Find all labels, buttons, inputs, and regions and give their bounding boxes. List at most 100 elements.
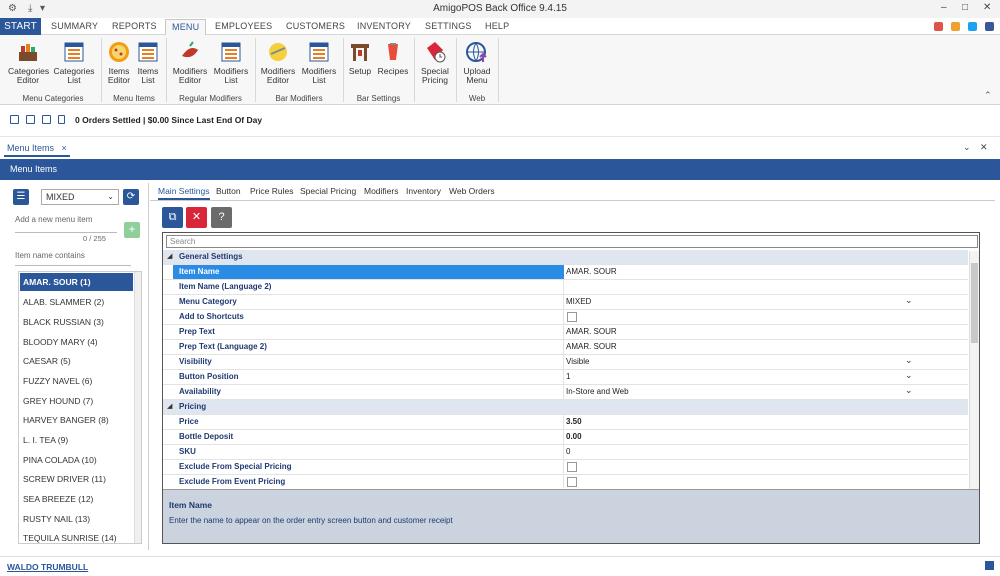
tab-employees[interactable]: EMPLOYEES (215, 21, 272, 31)
special-pricing-button[interactable]: Special Pricing (419, 40, 451, 85)
tab-button[interactable]: Button (216, 186, 241, 196)
tab-modifiers[interactable]: Modifiers (364, 186, 398, 196)
tab-settings[interactable]: SETTINGS (425, 21, 472, 31)
tab-special-pricing[interactable]: Special Pricing (300, 186, 356, 196)
calendar-icon[interactable] (10, 115, 19, 124)
tab-menu[interactable]: MENU (165, 19, 207, 36)
doc-close-icon[interactable]: ✕ (980, 142, 988, 153)
rss-icon[interactable] (951, 22, 960, 31)
delete-button[interactable]: ✕ (186, 207, 207, 228)
grid-row[interactable]: Add to Shortcuts (163, 310, 968, 325)
grid-row[interactable]: Bottle Deposit 0.00 (163, 430, 968, 445)
add-item-input[interactable]: Add a new menu item (15, 215, 92, 224)
maximize-button[interactable]: □ (962, 2, 968, 13)
property-value[interactable]: 0 (566, 447, 570, 456)
grid-category-pricing[interactable]: ◢ Pricing (163, 400, 968, 415)
list-item[interactable]: TEQUILA SUNRISE (14) (20, 529, 133, 543)
items-list-button[interactable]: Items List (136, 40, 160, 85)
grid-row[interactable]: Availability In-Store and Web ⌄ (163, 385, 968, 400)
filter-input[interactable]: Item name contains (15, 251, 85, 260)
list-item[interactable]: AMAR. SOUR (1) (20, 273, 133, 291)
category-select[interactable]: MIXED ⌄ (41, 189, 119, 205)
property-value[interactable]: Visible (566, 357, 589, 366)
twitter-icon[interactable] (968, 22, 977, 31)
lock-icon[interactable] (934, 22, 943, 31)
bar-setup-button[interactable]: Setup (347, 40, 373, 76)
add-to-shortcuts-checkbox[interactable] (567, 312, 577, 322)
upload-menu-button[interactable]: Upload Menu (461, 40, 493, 85)
recipes-button[interactable]: Recipes (377, 40, 409, 76)
collapse-ribbon-icon[interactable]: ⌃ (984, 90, 992, 101)
tab-inventory[interactable]: INVENTORY (357, 21, 411, 31)
chevron-down-icon[interactable]: ⌄ (905, 385, 913, 396)
add-item-button[interactable]: + (124, 222, 140, 238)
exclude-event-pricing-checkbox[interactable] (567, 477, 577, 487)
categories-editor-button[interactable]: Categories Editor (8, 40, 49, 85)
tab-reports[interactable]: REPORTS (112, 21, 157, 31)
list-item[interactable]: SCREW DRIVER (11) (20, 470, 133, 488)
grid-row[interactable]: Exclude From Special Pricing (163, 460, 968, 475)
modifiers-list-button[interactable]: Modifiers List (211, 40, 251, 85)
list-item[interactable]: BLOODY MARY (4) (20, 333, 133, 351)
category-list-button[interactable]: ☰ (13, 189, 29, 205)
collapse-caret-icon[interactable]: ◢ (167, 402, 172, 410)
list-item[interactable]: FUZZY NAVEL (6) (20, 372, 133, 390)
grid-scrollbar-thumb[interactable] (971, 263, 978, 343)
list-item[interactable]: BLACK RUSSIAN (3) (20, 313, 133, 331)
calendar-settled-icon[interactable] (26, 115, 35, 124)
property-value[interactable]: AMAR. SOUR (566, 342, 617, 351)
grid-row[interactable]: Price 3.50 (163, 415, 968, 430)
bar-modifiers-editor-button[interactable]: Modifiers Editor (259, 40, 297, 85)
doc-tab-menu-items[interactable]: Menu Items × (4, 143, 70, 157)
grid-row[interactable]: Exclude From Event Pricing (163, 475, 968, 488)
property-value[interactable]: 3.50 (566, 417, 582, 426)
property-value[interactable]: MIXED (566, 297, 591, 306)
grid-row[interactable]: Item Name AMAR. SOUR (163, 265, 968, 280)
list-item[interactable]: ALAB. SLAMMER (2) (20, 293, 133, 311)
logged-in-user-link[interactable]: WALDO TRUMBULL (7, 562, 88, 572)
grid-row[interactable]: SKU 0 (163, 445, 968, 460)
doc-tab-close-icon[interactable]: × (62, 143, 67, 153)
chevron-down-icon[interactable]: ⌄ (905, 370, 913, 381)
doc-dropdown-icon[interactable]: ⌄ (963, 142, 971, 153)
modifiers-editor-button[interactable]: Modifiers Editor (171, 40, 209, 85)
list-item[interactable]: RUSTY NAIL (13) (20, 510, 133, 528)
tab-price-rules[interactable]: Price Rules (250, 186, 293, 196)
facebook-icon[interactable] (985, 22, 994, 31)
list-item[interactable]: HARVEY BANGER (8) (20, 411, 133, 429)
list-scrollbar[interactable] (134, 272, 141, 543)
property-value[interactable]: In-Store and Web (566, 387, 629, 396)
list-item[interactable]: GREY HOUND (7) (20, 392, 133, 410)
property-value[interactable]: AMAR. SOUR (566, 267, 617, 276)
grid-row[interactable]: Menu Category MIXED ⌄ (163, 295, 968, 310)
close-window-button[interactable]: ✕ (983, 2, 991, 13)
tab-start[interactable]: START (0, 18, 41, 35)
tab-inventory[interactable]: Inventory (406, 186, 441, 196)
list-item[interactable]: SEA BREEZE (12) (20, 490, 133, 508)
help-button[interactable]: ? (211, 207, 232, 228)
list-item[interactable]: PINA COLADA (10) (20, 451, 133, 469)
list-item[interactable]: L. I. TEA (9) (20, 431, 133, 449)
grid-category-general[interactable]: ◢ General Settings (163, 250, 968, 265)
grid-row[interactable]: Prep Text (Language 2) AMAR. SOUR (163, 340, 968, 355)
grid-row[interactable]: Button Position 1 ⌄ (163, 370, 968, 385)
tab-help[interactable]: HELP (485, 21, 509, 31)
chevron-down-icon[interactable]: ⌄ (905, 355, 913, 366)
grid-scrollbar[interactable] (969, 251, 979, 489)
minimize-button[interactable]: – (941, 2, 947, 13)
property-value[interactable]: 0.00 (566, 432, 582, 441)
tab-customers[interactable]: CUSTOMERS (286, 21, 345, 31)
notification-icon[interactable] (985, 561, 994, 570)
grid-row[interactable]: Visibility Visible ⌄ (163, 355, 968, 370)
grid-row[interactable]: Item Name (Language 2) (163, 280, 968, 295)
refresh-button[interactable]: ⟳ (123, 189, 139, 205)
property-value[interactable]: AMAR. SOUR (566, 327, 617, 336)
property-value[interactable]: 1 (566, 372, 570, 381)
tab-web-orders[interactable]: Web Orders (449, 186, 495, 196)
categories-list-button[interactable]: Categories List (53, 40, 95, 85)
items-editor-button[interactable]: Items Editor (105, 40, 133, 85)
grid-row[interactable]: Prep Text AMAR. SOUR (163, 325, 968, 340)
exclude-special-pricing-checkbox[interactable] (567, 462, 577, 472)
chevron-down-icon[interactable]: ⌄ (905, 295, 913, 306)
grid-search-input[interactable]: Search (166, 235, 978, 248)
